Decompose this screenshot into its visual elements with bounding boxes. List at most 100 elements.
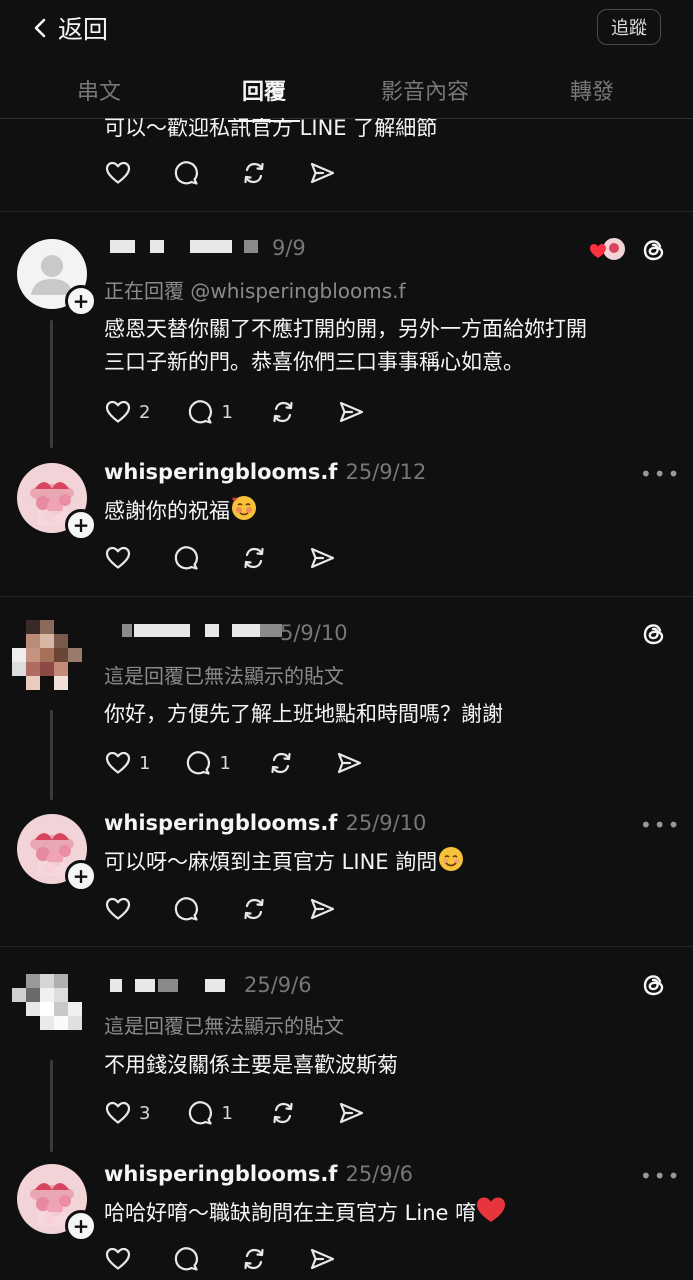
share-button[interactable] [308, 159, 336, 187]
tab-threads[interactable]: 串文 [77, 74, 121, 106]
comment-button[interactable] [172, 1245, 200, 1273]
like-button[interactable]: 1 [104, 749, 150, 777]
repost-icon [240, 159, 268, 187]
post-text-content: 哈哈好唷～職缺詢問在主頁官方 Line 唷 [104, 1201, 477, 1225]
share-button[interactable] [335, 749, 363, 777]
tab-replies[interactable]: 回覆 [227, 74, 301, 122]
tab-media[interactable]: 影音內容 [381, 74, 469, 106]
repost-button[interactable] [240, 159, 268, 187]
comment-button[interactable] [172, 544, 200, 572]
post-text-line: 感恩天替你關了不應打開的開，另外一方面給妳打開 [104, 317, 587, 341]
back-button[interactable]: 返回 [30, 10, 108, 46]
post-text: 不用錢沒關係主要是喜歡波斯菊 [104, 1049, 398, 1082]
post-date: 25/9/6 [345, 1162, 414, 1186]
post-actions [104, 1245, 336, 1273]
share-icon [308, 1245, 336, 1273]
like-button[interactable] [104, 544, 132, 572]
username[interactable]: whisperingblooms.f [104, 1162, 337, 1186]
divider [0, 211, 693, 212]
share-button[interactable] [308, 1245, 336, 1273]
repost-icon [269, 398, 297, 426]
post-date: 25/9/12 [345, 460, 427, 484]
follow-button[interactable]: 追蹤 [597, 9, 661, 45]
smiling-face-icon [439, 847, 464, 871]
comment-button[interactable]: 1 [184, 749, 231, 777]
hidden-post-notice: 這是回覆已無法顯示的貼文 [104, 664, 344, 688]
threads-icon[interactable] [640, 971, 668, 999]
post-text-content: 可以呀～麻煩到主頁官方 LINE 詢問 [104, 850, 438, 874]
repost-button[interactable] [240, 895, 268, 923]
more-icon[interactable]: ••• [640, 462, 681, 486]
repost-button[interactable] [269, 1099, 297, 1127]
smiling-face-with-hearts-icon [232, 496, 256, 520]
repost-button[interactable] [240, 1245, 268, 1273]
avatar[interactable]: + [17, 463, 97, 541]
heart-icon [104, 398, 132, 426]
repost-button[interactable] [240, 544, 268, 572]
comment-icon [172, 1245, 200, 1273]
comment-button[interactable] [172, 159, 200, 187]
avatar[interactable]: + [17, 1164, 97, 1242]
comment-count: 1 [219, 752, 231, 774]
share-icon [308, 159, 336, 187]
thread-line [50, 1060, 53, 1152]
tab-reposts[interactable]: 轉發 [570, 74, 614, 106]
like-count: 1 [139, 752, 151, 774]
post-actions [104, 544, 336, 572]
username-row: whisperingblooms.f 25/9/6 [104, 1162, 413, 1186]
pixelated-avatar-icon [12, 974, 82, 1044]
username-row: whisperingblooms.f 25/9/10 [104, 811, 426, 835]
heart-icon [104, 1099, 132, 1127]
repost-icon [240, 1245, 268, 1273]
post-date: 5/9/10 [280, 621, 348, 645]
avatar[interactable] [12, 974, 82, 1044]
username[interactable]: whisperingblooms.f [104, 460, 337, 484]
avatar[interactable] [12, 620, 82, 690]
red-heart-icon [477, 1197, 506, 1222]
repost-icon [267, 749, 295, 777]
avatar[interactable]: + [17, 814, 97, 892]
like-button[interactable] [104, 895, 132, 923]
follow-plus-icon[interactable]: + [65, 509, 97, 541]
share-icon [308, 895, 336, 923]
more-icon[interactable]: ••• [640, 813, 681, 837]
follow-plus-icon[interactable]: + [65, 1210, 97, 1242]
share-button[interactable] [308, 544, 336, 572]
like-button[interactable]: 2 [104, 398, 150, 426]
post-text-line: 三口子新的門。恭喜你們三口事事稱心如意。 [104, 350, 524, 374]
comment-icon [172, 159, 200, 187]
comment-icon [186, 398, 214, 426]
share-button[interactable] [308, 895, 336, 923]
share-button[interactable] [337, 1099, 365, 1127]
follow-plus-icon[interactable]: + [65, 285, 97, 317]
comment-count: 1 [221, 401, 233, 423]
share-icon [308, 544, 336, 572]
back-label: 返回 [58, 15, 109, 44]
share-icon [337, 398, 365, 426]
username[interactable]: whisperingblooms.f [104, 811, 337, 835]
post-actions [104, 895, 336, 923]
share-button[interactable] [337, 398, 365, 426]
like-button[interactable] [104, 1245, 132, 1273]
like-button[interactable] [104, 159, 132, 187]
divider [0, 946, 693, 947]
like-count: 2 [139, 401, 151, 423]
post-text: 你好，方便先了解上班地點和時間嗎？謝謝 [104, 698, 503, 731]
post-text: 感謝你的祝福 [104, 494, 258, 528]
comment-button[interactable]: 1 [186, 398, 233, 426]
top-bar: 返回 追蹤 [0, 0, 693, 56]
repost-button[interactable] [267, 749, 295, 777]
follow-plus-icon[interactable]: + [65, 860, 97, 892]
comment-button[interactable]: 1 [186, 1099, 233, 1127]
repost-button[interactable] [269, 398, 297, 426]
comment-button[interactable] [172, 895, 200, 923]
like-button[interactable]: 3 [104, 1099, 150, 1127]
threads-icon[interactable] [640, 620, 668, 648]
more-icon[interactable]: ••• [640, 1164, 681, 1188]
threads-icon[interactable] [640, 236, 668, 264]
post-date: 25/9/10 [345, 811, 427, 835]
avatar[interactable]: + [17, 239, 97, 317]
liked-by-author-icon [590, 236, 628, 264]
replying-to: 正在回覆 @whisperingblooms.f [104, 279, 406, 303]
post-actions: 2 1 [104, 398, 365, 426]
